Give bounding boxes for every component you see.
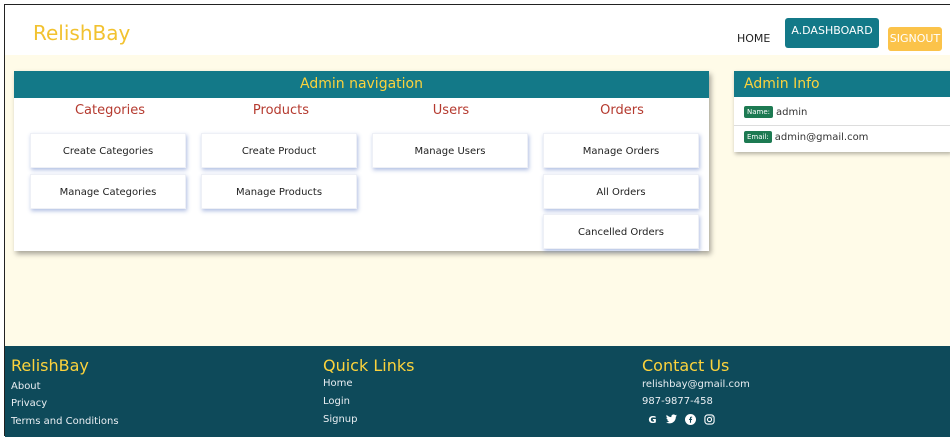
contact-email: relishbay@gmail.com bbox=[642, 379, 750, 390]
admin-info-title: Admin Info bbox=[734, 71, 950, 97]
admin-dashboard-button[interactable]: A.DASHBOARD bbox=[785, 18, 879, 48]
categories-heading: Categories bbox=[74, 103, 146, 118]
footer-signup-link[interactable]: Signup bbox=[323, 414, 358, 425]
signout-button[interactable]: SIGNOUT bbox=[888, 27, 942, 51]
admin-name-value: admin bbox=[776, 107, 808, 118]
create-categories-button[interactable]: Create Categories bbox=[30, 133, 186, 168]
create-product-button[interactable]: Create Product bbox=[201, 133, 357, 168]
footer-terms-link[interactable]: Terms and Conditions bbox=[11, 416, 119, 427]
manage-orders-button[interactable]: Manage Orders bbox=[543, 133, 699, 168]
footer-login-link[interactable]: Login bbox=[323, 396, 350, 407]
admin-navigation-panel: Admin navigation Categories Products Use… bbox=[14, 71, 709, 251]
twitter-icon[interactable] bbox=[665, 414, 678, 427]
manage-categories-button[interactable]: Manage Categories bbox=[30, 174, 186, 209]
admin-navigation-title: Admin navigation bbox=[14, 71, 709, 98]
social-icons: G bbox=[646, 414, 716, 427]
admin-email-value: admin@gmail.com bbox=[774, 132, 869, 143]
email-badge: Email: bbox=[744, 131, 772, 143]
name-badge: Name: bbox=[744, 106, 774, 118]
admin-email-row: Email: admin@gmail.com bbox=[744, 131, 868, 143]
manage-users-button[interactable]: Manage Users bbox=[372, 133, 528, 168]
facebook-icon[interactable] bbox=[684, 414, 697, 427]
contact-phone: 987-9877-458 bbox=[642, 396, 713, 407]
admin-info-panel: Admin Info Name: admin Email: admin@gmail.… bbox=[734, 71, 950, 152]
google-icon[interactable]: G bbox=[646, 414, 659, 427]
info-divider bbox=[734, 125, 950, 126]
all-orders-button[interactable]: All Orders bbox=[543, 174, 699, 209]
contact-us-title: Contact Us bbox=[642, 356, 730, 375]
cancelled-orders-button[interactable]: Cancelled Orders bbox=[543, 214, 699, 249]
orders-heading: Orders bbox=[600, 103, 644, 118]
navbar: RelishBay HOME A.DASHBOARD SIGNOUT bbox=[5, 5, 950, 55]
quick-links-title: Quick Links bbox=[323, 356, 415, 375]
page-frame: RelishBay HOME A.DASHBOARD SIGNOUT Admin… bbox=[4, 4, 950, 437]
footer-about-link[interactable]: About bbox=[11, 381, 41, 392]
users-heading: Users bbox=[432, 103, 470, 118]
manage-products-button[interactable]: Manage Products bbox=[201, 174, 357, 209]
footer-home-link[interactable]: Home bbox=[323, 378, 353, 389]
instagram-icon[interactable] bbox=[703, 414, 716, 427]
footer-privacy-link[interactable]: Privacy bbox=[11, 398, 47, 409]
footer-brand: RelishBay bbox=[11, 356, 89, 375]
products-heading: Products bbox=[252, 103, 310, 118]
admin-name-row: Name: admin bbox=[744, 106, 807, 118]
brand-logo[interactable]: RelishBay bbox=[33, 21, 130, 45]
nav-home-link[interactable]: HOME bbox=[737, 32, 770, 45]
footer: RelishBay About Privacy Terms and Condit… bbox=[5, 346, 950, 437]
